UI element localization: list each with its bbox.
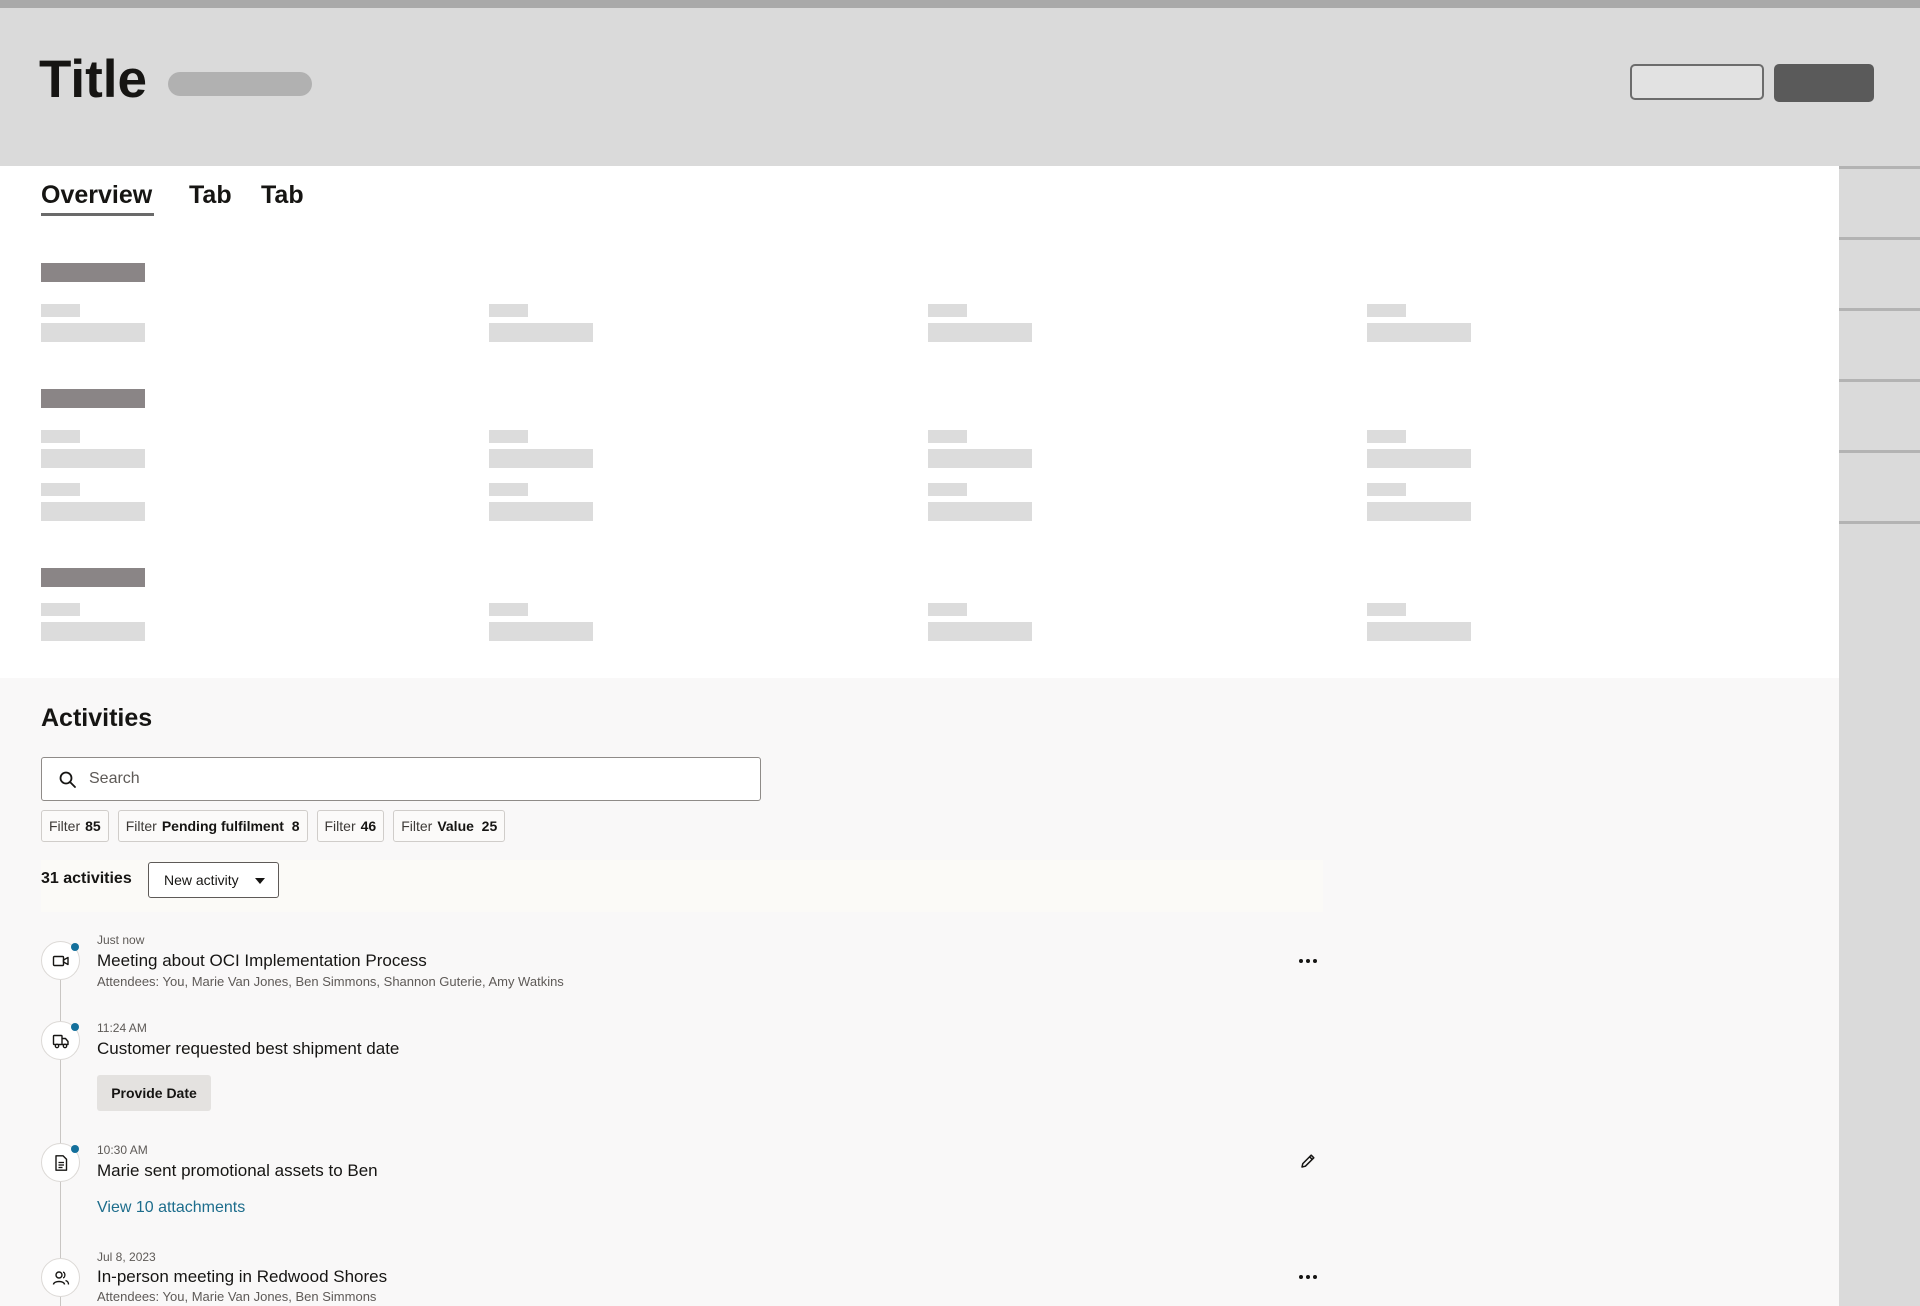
view-attachments-link[interactable]: View 10 attachments — [97, 1198, 245, 1218]
field-label-placeholder — [489, 304, 528, 317]
status-badge-placeholder — [168, 72, 312, 96]
field-value-placeholder — [1367, 449, 1471, 468]
field-label-placeholder — [489, 483, 528, 496]
field-label-placeholder — [1367, 430, 1406, 443]
activities-toolbar: 31 activities New activity — [41, 860, 1323, 912]
activity-timestamp: Jul 8, 2023 — [97, 1250, 156, 1264]
activity-title[interactable]: Customer requested best shipment date — [97, 1039, 399, 1059]
field-value-placeholder — [489, 622, 593, 641]
activity-title[interactable]: Meeting about OCI Implementation Process — [97, 951, 427, 971]
unread-dot — [71, 1023, 79, 1031]
field-value-placeholder — [41, 449, 145, 468]
rail-item-divider — [1839, 379, 1920, 382]
search-box[interactable] — [41, 757, 761, 801]
field-label-placeholder — [1367, 483, 1406, 496]
filter-chip-value: 85 — [85, 818, 101, 834]
field-label-placeholder — [928, 304, 967, 317]
filter-chip-value: 46 — [360, 818, 377, 834]
field-label-placeholder — [1367, 603, 1406, 616]
rail-item-divider — [1839, 237, 1920, 240]
search-input[interactable] — [89, 758, 689, 800]
pencil-icon[interactable] — [1299, 1152, 1317, 1170]
unread-dot — [71, 1145, 79, 1153]
field-label-placeholder — [41, 603, 80, 616]
filter-chip[interactable]: Filter Value 25 — [393, 810, 506, 842]
activity-timestamp: Just now — [97, 933, 145, 947]
filter-chip-label: Filter — [324, 818, 356, 834]
filter-chip-value: Pending fulfilment 8 — [161, 818, 300, 834]
more-options-icon[interactable] — [1295, 1267, 1321, 1287]
activity-timestamp: 10:30 AM — [97, 1143, 148, 1157]
new-activity-label: New activity — [164, 872, 239, 888]
activities-count: 31 activities — [41, 870, 132, 887]
people-icon — [52, 1270, 69, 1285]
field-label-placeholder — [489, 603, 528, 616]
field-value-placeholder — [41, 502, 145, 521]
activity-type-badge — [41, 1258, 80, 1297]
field-label-placeholder — [928, 430, 967, 443]
section-heading-placeholder — [41, 389, 145, 408]
filter-chip-label: Filter — [49, 818, 81, 834]
provide-date-button[interactable]: Provide Date — [97, 1075, 211, 1111]
activity-title[interactable]: In-person meeting in Redwood Shores — [97, 1267, 387, 1287]
activity-subtitle: Attendees: You, Marie Van Jones, Ben Sim… — [97, 974, 564, 989]
field-label-placeholder — [928, 603, 967, 616]
filter-chip-value: Value 25 — [437, 818, 498, 834]
document-icon — [54, 1154, 67, 1171]
field-label-placeholder — [41, 304, 80, 317]
field-value-placeholder — [1367, 502, 1471, 521]
field-value-placeholder — [41, 622, 145, 641]
page-header: Title — [0, 8, 1920, 166]
filter-chip[interactable]: Filter 85 — [41, 810, 109, 842]
tab-selected-indicator — [41, 213, 154, 216]
field-value-placeholder — [41, 323, 145, 342]
activity-subtitle: Attendees: You, Marie Van Jones, Ben Sim… — [97, 1289, 377, 1304]
more-options-icon[interactable] — [1295, 951, 1321, 971]
field-value-placeholder — [928, 323, 1032, 342]
primary-action-button[interactable] — [1774, 64, 1874, 102]
chevron-down-icon — [255, 878, 265, 884]
field-label-placeholder — [41, 483, 80, 496]
truck-icon — [52, 1034, 69, 1048]
rail-item-divider — [1839, 521, 1920, 524]
rail-item-divider — [1839, 308, 1920, 311]
filter-chips: Filter 85 Filter Pending fulfilment 8 Fi… — [41, 810, 506, 842]
activities-heading: Activities — [41, 704, 153, 732]
page-title: Title — [39, 50, 147, 109]
activity-title[interactable]: Marie sent promotional assets to Ben — [97, 1161, 378, 1181]
video-camera-icon — [52, 955, 69, 966]
right-side-rail — [1839, 166, 1920, 1306]
section-heading-placeholder — [41, 568, 145, 587]
filter-chip[interactable]: Filter Pending fulfilment 8 — [117, 810, 308, 842]
rail-item-divider — [1839, 166, 1920, 169]
field-value-placeholder — [489, 323, 593, 342]
unread-dot — [71, 943, 79, 951]
field-value-placeholder — [928, 622, 1032, 641]
new-activity-button[interactable]: New activity — [148, 862, 279, 898]
field-label-placeholder — [928, 483, 967, 496]
field-value-placeholder — [928, 449, 1032, 468]
field-value-placeholder — [928, 502, 1032, 521]
overview-panel — [0, 166, 1839, 678]
tab-overview[interactable]: Overview — [41, 180, 152, 210]
window-top-strip — [0, 0, 1920, 8]
tab-second[interactable]: Tab — [189, 180, 232, 210]
field-label-placeholder — [1367, 304, 1406, 317]
secondary-action-button[interactable] — [1630, 64, 1764, 100]
rail-item-divider — [1839, 450, 1920, 453]
tab-third[interactable]: Tab — [261, 180, 304, 210]
field-value-placeholder — [489, 449, 593, 468]
filter-chip-label: Filter — [401, 818, 433, 834]
activity-timestamp: 11:24 AM — [97, 1021, 147, 1035]
section-heading-placeholder — [41, 263, 145, 282]
field-value-placeholder — [1367, 323, 1471, 342]
field-value-placeholder — [1367, 622, 1471, 641]
search-icon — [59, 771, 76, 788]
field-value-placeholder — [489, 502, 593, 521]
field-label-placeholder — [41, 430, 80, 443]
filter-chip[interactable]: Filter 46 — [316, 810, 385, 842]
field-label-placeholder — [489, 430, 528, 443]
filter-chip-label: Filter — [125, 818, 157, 834]
